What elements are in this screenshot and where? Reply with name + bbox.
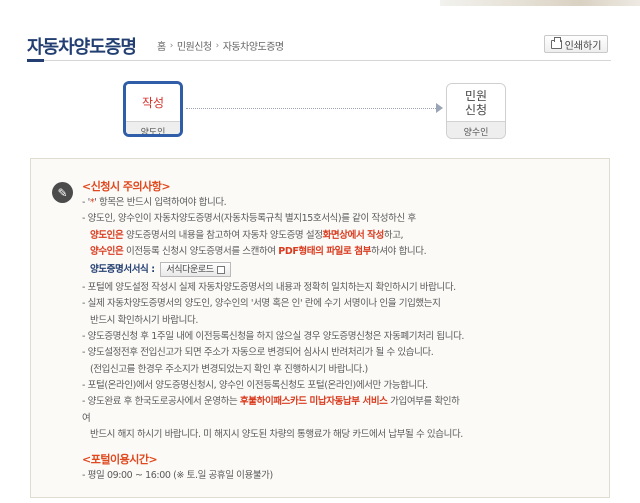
download-button-label: 서식다운로드 [166, 264, 214, 275]
step-apply-sub: 양수인 [447, 121, 505, 138]
title-divider-accent [27, 59, 44, 62]
emphasis: 양도인은 [90, 229, 124, 241]
step-write-label: 작성 [126, 84, 180, 121]
step-write: 작성 양도인 [123, 81, 183, 137]
breadcrumb-civil-apply[interactable]: 민원신청 [177, 38, 212, 53]
title-divider [27, 60, 611, 61]
emphasis: 화면상에서 작성 [322, 229, 385, 241]
text: 가입여부를 확인하 [387, 396, 460, 408]
print-button[interactable]: 인쇄하기 [544, 35, 608, 53]
hours-line: - 평일 09:00 ~ 16:00 (※ 토.일 공휴일 이용불가) [82, 470, 273, 482]
notice-line: - 양도증명신청 후 1주일 내에 이전등록신청을 하지 않으실 경우 양도증명… [82, 331, 465, 343]
printer-icon [550, 36, 562, 49]
text: ' 항목은 반드시 입력하여야 합니다. [94, 197, 227, 208]
step-apply-label: 민원 신청 [447, 84, 505, 121]
print-button-label: 인쇄하기 [564, 40, 602, 52]
text: - 양도완료 후 한국도로공사에서 운영하는 [82, 396, 240, 408]
notice-line: - 양도완료 후 한국도로공사에서 운영하는 후불하이패스카드 미납자동납부 서… [82, 394, 582, 410]
hours-title: <포털이용시간> [82, 453, 158, 467]
notice-line: - 양도인, 양수인이 자동차양도증명서(자동차등록규칙 별지15호서식)를 같… [82, 213, 416, 225]
notice-line: - 포털(온라인)에서 양도증명신청시, 양수인 이전등록신청도 포털(온라인)… [82, 379, 428, 391]
memo-icon: ✎ [52, 182, 73, 203]
notice-line: 반드시 확인하시기 바랍니다. [90, 314, 198, 326]
step-apply-label-text: 민원 신청 [464, 88, 488, 117]
form-download-row: 양도증명서서식 : 서식다운로드 [82, 260, 582, 280]
notice-title: <신청시 주의사항> [82, 180, 171, 193]
form-label: 양도증명서서식 : [90, 264, 155, 276]
top-decoration [440, 0, 640, 6]
text: - ' [82, 197, 90, 208]
text: 하고, [383, 229, 404, 241]
breadcrumb: 홈 › 민원신청 › 자동차양도증명 [157, 38, 284, 54]
notice-line: (전입신고를 한경우 주소지가 변경되었는지 확인 후 진행하시기 바랍니다.) [90, 363, 368, 375]
arrow-right-icon [436, 103, 443, 113]
notice-line: - 양도설정전후 전입신고가 되면 주소가 자동으로 변경되어 심사시 반려처리… [82, 347, 434, 359]
form-download-button[interactable]: 서식다운로드 [160, 262, 231, 278]
notice-line: - 실제 자동차양도증명서의 양도인, 양수인의 '서명 혹은 인' 란에 수기… [82, 298, 441, 310]
notice-line-required: - '*' 항목은 반드시 입력하여야 합니다. [82, 195, 582, 211]
text: 양도증명서의 내용을 참고하여 자동차 양도증명 설정 [123, 229, 323, 241]
text: 하셔야 합니다. [370, 245, 427, 257]
breadcrumb-home[interactable]: 홈 [157, 38, 166, 53]
step-connector [186, 108, 438, 109]
emphasis: 양수인은 [90, 245, 124, 257]
step-apply: 민원 신청 양수인 [446, 83, 506, 139]
notice-line: 반드시 해지 하시기 바랍니다. 미 해지시 양도된 차량의 통행료가 해당 카… [90, 428, 463, 440]
notice-line: 양수인은 이전등록 신청시 양도증명서를 스캔하여 PDF형태의 파일로 첨부하… [82, 244, 582, 260]
emphasis: PDF형태의 파일로 첨부 [278, 245, 371, 257]
notice-line: 양도인은 양도증명서의 내용을 참고하여 자동차 양도증명 설정화면상에서 작성… [82, 228, 582, 244]
page-title: 자동차양도증명 [27, 37, 137, 58]
notice-content: <신청시 주의사항> - '*' 항목은 반드시 입력하여야 합니다. - 양도… [82, 178, 582, 484]
text: 이전등록 신청시 양도증명서를 스캔하여 [123, 245, 279, 257]
emphasis: 후불하이패스카드 미납자동납부 서비스 [239, 396, 388, 408]
chevron-right-icon: › [169, 40, 174, 51]
notice-line: 여 [82, 412, 91, 424]
step-write-sub: 양도인 [126, 121, 180, 134]
save-icon [216, 265, 225, 274]
notice-line: - 포털에 양도설정 작성시 실제 자동차양도증명서의 내용과 정확히 일치하는… [82, 282, 456, 294]
chevron-right-icon: › [215, 40, 220, 51]
breadcrumb-current: 자동차양도증명 [222, 42, 284, 53]
